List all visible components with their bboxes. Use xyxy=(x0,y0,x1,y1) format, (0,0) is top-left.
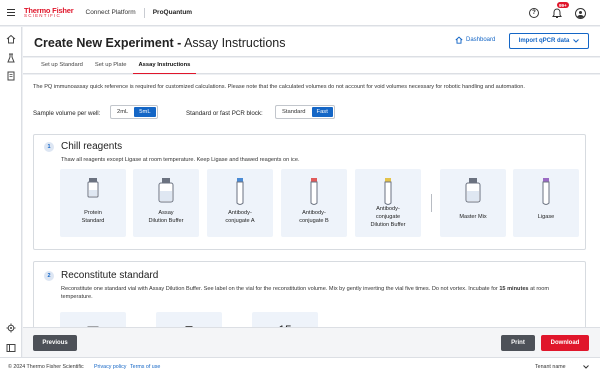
step-title: Chill reagents xyxy=(61,141,123,152)
notifications-button[interactable]: 99+ xyxy=(551,2,569,19)
sample-volume-label: Sample volume per well: xyxy=(33,110,101,117)
reagent-label-line: conjugate B xyxy=(299,218,329,225)
tube-yellow-icon xyxy=(355,177,421,207)
tab-set-up-plate[interactable]: Set up Plate xyxy=(89,58,133,74)
download-button[interactable]: Download xyxy=(541,335,589,351)
tab-set-up-standard[interactable]: Set up Standard xyxy=(35,58,89,74)
tab-assay-instructions[interactable]: Assay Instructions xyxy=(132,58,197,74)
help-icon[interactable]: ? xyxy=(529,8,539,18)
top-bar: Thermo Fisher SCIENTIFIC Connect Platfor… xyxy=(0,0,600,26)
reconstitute-tile-timer: 15 xyxy=(252,312,318,327)
reagent-tile-protein-standard: Protein Standard xyxy=(60,169,126,237)
reagent-label: Antibody-conjugate A xyxy=(207,209,273,225)
reagent-tile-antibody-conjugate-b: Antibody-conjugate B xyxy=(281,169,347,237)
product-name[interactable]: ProQuantum xyxy=(153,9,192,16)
topbar-divider xyxy=(143,7,145,18)
reagent-label-line: Antibody- xyxy=(228,210,252,216)
bottle-icon xyxy=(133,177,199,203)
volume-notice: The PQ immunoassay quick reference is re… xyxy=(33,84,525,90)
brand-logo-line2: SCIENTIFIC xyxy=(24,13,62,18)
reconstitute-tile-vial xyxy=(60,312,126,327)
step-title: Reconstitute standard xyxy=(61,270,159,281)
bell-icon xyxy=(552,7,562,18)
user-avatar-icon[interactable] xyxy=(575,7,586,19)
document-icon[interactable] xyxy=(6,71,16,81)
settings-gear-icon[interactable] xyxy=(6,323,16,333)
page-title-bold: Create New Experiment - xyxy=(34,36,182,50)
reagent-tile-antibody-conjugate-dilution-buffer: Antibody-conjugate Dilution Buffer xyxy=(355,169,421,237)
step-description-duration: 15 minutes xyxy=(499,286,529,292)
dashboard-label: Dashboard xyxy=(466,37,496,43)
home-icon[interactable] xyxy=(6,34,16,44)
sample-volume-option-2ml[interactable]: 2mL xyxy=(112,107,133,117)
reagent-label-line: Protein xyxy=(84,210,102,216)
reagent-tile-antibody-conjugate-a: Antibody-conjugate A xyxy=(207,169,273,237)
flask-icon[interactable] xyxy=(6,53,16,63)
reconstitute-tile-buffer xyxy=(156,312,222,327)
reagent-group-divider xyxy=(431,194,432,212)
pcr-block-option-standard[interactable]: Standard xyxy=(277,107,311,117)
pcr-block-label: Standard or fast PCR block: xyxy=(186,110,263,117)
copyright-text: © 2024 Thermo Fisher Scientific xyxy=(8,364,84,370)
dashboard-link[interactable]: Dashboard xyxy=(455,36,495,44)
reagent-tile-master-mix: Master Mix xyxy=(440,169,506,237)
step-card-reconstitute-standard: 2 Reconstitute standard Reconstitute one… xyxy=(33,261,586,327)
reagent-label-line: conjugate A xyxy=(225,218,255,225)
reagent-label: Protein Standard xyxy=(60,209,126,225)
pcr-block-toggle: Standard Fast xyxy=(275,105,335,119)
bottle-icon xyxy=(440,177,506,203)
collapse-sidebar-icon[interactable] xyxy=(6,343,16,353)
step-number: 1 xyxy=(44,142,54,152)
sample-volume-option-5ml[interactable]: 5mL xyxy=(134,107,156,117)
chevron-down-icon[interactable] xyxy=(583,365,589,369)
step-description-part1: Reconstitute one standard vial with Assa… xyxy=(61,286,500,292)
home-icon xyxy=(455,36,463,44)
page-title-rest: Assay Instructions xyxy=(181,36,286,50)
step-description: Thaw all reagents except Ligase at room … xyxy=(61,157,300,163)
import-button-label: Import qPCR data xyxy=(518,38,570,44)
reagent-label-line: Standard xyxy=(81,218,105,225)
reagent-label-line: Master Mix xyxy=(459,214,487,220)
step-number: 2 xyxy=(44,271,54,281)
print-button[interactable]: Print xyxy=(501,335,535,351)
reagent-label: Assay Dilution Buffer xyxy=(133,209,199,225)
tenant-selector[interactable]: Tenant name xyxy=(535,364,566,370)
page-header: Create New Experiment - Assay Instructio… xyxy=(23,27,600,57)
reagent-label-line: Ligase xyxy=(537,214,555,220)
pcr-block-option-fast[interactable]: Fast xyxy=(311,107,333,117)
notification-badge: 99+ xyxy=(557,2,569,8)
tab-bar: Set up Standard Set up Plate Assay Instr… xyxy=(23,58,600,74)
reagent-label-line: Antibody- xyxy=(302,210,326,216)
privacy-policy-link[interactable]: Privacy policy xyxy=(94,364,126,370)
reagent-label: Ligase xyxy=(513,213,579,221)
tube-purple-icon xyxy=(513,177,579,207)
hamburger-menu-icon[interactable] xyxy=(0,0,22,26)
tube-blue-icon xyxy=(207,177,273,207)
tube-red-icon xyxy=(281,177,347,207)
vial-icon xyxy=(60,177,126,199)
action-bar: Previous Print Download xyxy=(23,327,600,357)
reagent-label-line: Dilution Buffer xyxy=(370,222,406,229)
reagent-label: Antibody-conjugate Dilution Buffer xyxy=(355,205,421,229)
reagent-tile-assay-dilution-buffer: Assay Dilution Buffer xyxy=(133,169,199,237)
reagent-label-line: Dilution Buffer xyxy=(148,218,184,225)
page-footer: © 2024 Thermo Fisher Scientific Privacy … xyxy=(0,357,600,375)
reagent-label-line: Antibody- xyxy=(376,206,400,212)
sidebar xyxy=(0,27,22,357)
reagent-tile-ligase: Ligase xyxy=(513,169,579,237)
page-title: Create New Experiment - Assay Instructio… xyxy=(34,36,286,50)
reagent-label-line: conjugate xyxy=(375,214,401,221)
chevron-down-icon xyxy=(573,39,580,43)
previous-button[interactable]: Previous xyxy=(33,335,77,351)
reagent-label: Master Mix xyxy=(440,213,506,221)
reagent-label: Antibody-conjugate B xyxy=(281,209,347,225)
platform-name[interactable]: Connect Platform xyxy=(86,9,136,16)
step-description: Reconstitute one standard vial with Assa… xyxy=(61,285,581,302)
brand-logo[interactable]: Thermo Fisher SCIENTIFIC xyxy=(24,6,74,19)
reagent-label-line: Assay xyxy=(158,210,174,216)
import-qpcr-data-button[interactable]: Import qPCR data xyxy=(509,33,589,49)
sample-volume-toggle: 2mL 5mL xyxy=(110,105,158,119)
terms-of-use-link[interactable]: Terms of use xyxy=(130,364,160,370)
